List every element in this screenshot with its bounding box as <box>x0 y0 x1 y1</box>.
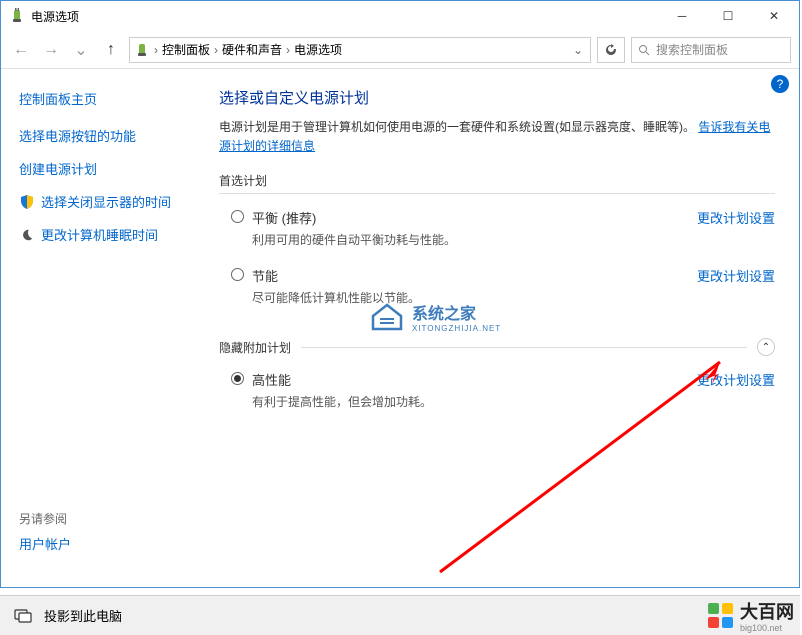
page-heading: 选择或自定义电源计划 <box>219 87 775 108</box>
shield-icon <box>19 194 35 210</box>
plan-saver[interactable]: 节能 尽可能降低计算机性能以节能。 更改计划设置 <box>219 262 775 320</box>
taskbar: 投影到此电脑 <box>0 595 800 635</box>
window-title: 电源选项 <box>31 8 659 25</box>
plan-name: 平衡 (推荐) <box>252 208 685 227</box>
forward-button[interactable]: → <box>39 38 63 62</box>
brand-watermark: 大百网 big100.net <box>708 598 794 633</box>
refresh-icon <box>604 43 618 57</box>
sidebar: 控制面板主页 选择电源按钮的功能 创建电源计划 选择关闭显示器的时间 更改计算机… <box>1 69 211 587</box>
sidebar-link-power-button[interactable]: 选择电源按钮的功能 <box>19 126 193 145</box>
address-bar[interactable]: › 控制面板 › 硬件和声音 › 电源选项 ⌄ <box>129 37 591 63</box>
change-plan-settings-link[interactable]: 更改计划设置 <box>697 266 775 285</box>
breadcrumb-seg1[interactable]: 控制面板 <box>162 41 210 58</box>
back-button[interactable]: ← <box>9 38 33 62</box>
see-also-heading: 另请参阅 <box>19 510 67 527</box>
window-controls: ─ ☐ ✕ <box>659 2 797 30</box>
dropdown-history[interactable]: ⌄ <box>69 38 93 62</box>
search-icon <box>638 44 650 56</box>
plan-name: 高性能 <box>252 370 685 389</box>
plan-balanced[interactable]: 平衡 (推荐) 利用可用的硬件自动平衡功耗与性能。 更改计划设置 <box>219 204 775 262</box>
taskbar-label[interactable]: 投影到此电脑 <box>44 606 122 625</box>
radio-high-performance[interactable] <box>231 372 244 385</box>
section-preferred: 首选计划 <box>219 172 775 194</box>
search-placeholder: 搜索控制面板 <box>656 41 728 58</box>
section-hidden: 隐藏附加计划 ⌃ <box>219 338 775 356</box>
main-content: ? 选择或自定义电源计划 电源计划是用于管理计算机如何使用电源的一套硬件和系统设… <box>211 69 799 587</box>
navbar: ← → ⌄ ↑ › 控制面板 › 硬件和声音 › 电源选项 ⌄ 搜索控制面板 <box>1 31 799 69</box>
change-plan-settings-link[interactable]: 更改计划设置 <box>697 208 775 227</box>
plan-desc: 利用可用的硬件自动平衡功耗与性能。 <box>252 231 685 248</box>
body: 控制面板主页 选择电源按钮的功能 创建电源计划 选择关闭显示器的时间 更改计算机… <box>1 69 799 587</box>
collapse-button[interactable]: ⌃ <box>757 338 775 356</box>
sidebar-link-display-off[interactable]: 选择关闭显示器的时间 <box>19 192 193 211</box>
moon-icon <box>19 227 35 243</box>
project-icon <box>14 607 32 625</box>
breadcrumb-seg2[interactable]: 硬件和声音 <box>222 41 282 58</box>
addr-dropdown[interactable]: ⌄ <box>570 43 586 57</box>
titlebar: 电源选项 ─ ☐ ✕ <box>1 1 799 31</box>
chevron-right-icon: › <box>286 43 290 57</box>
plan-high-performance[interactable]: 高性能 有利于提高性能，但会增加功耗。 更改计划设置 <box>219 366 775 424</box>
chevron-right-icon: › <box>214 43 218 57</box>
radio-balanced[interactable] <box>231 210 244 223</box>
power-icon <box>134 42 150 58</box>
brand-logo-icon <box>708 603 734 629</box>
change-plan-settings-link[interactable]: 更改计划设置 <box>697 370 775 389</box>
chevron-right-icon: › <box>154 43 158 57</box>
refresh-button[interactable] <box>597 37 625 63</box>
user-accounts-link[interactable]: 用户帐户 <box>19 534 71 553</box>
breadcrumb-seg3[interactable]: 电源选项 <box>294 41 342 58</box>
plan-desc: 尽可能降低计算机性能以节能。 <box>252 289 685 306</box>
search-input[interactable]: 搜索控制面板 <box>631 37 791 63</box>
help-icon[interactable]: ? <box>771 75 789 93</box>
plan-desc: 有利于提高性能，但会增加功耗。 <box>252 393 685 410</box>
plan-name: 节能 <box>252 266 685 285</box>
sidebar-link-sleep[interactable]: 更改计算机睡眠时间 <box>19 225 193 244</box>
close-button[interactable]: ✕ <box>751 2 797 30</box>
app-icon <box>9 8 25 24</box>
radio-saver[interactable] <box>231 268 244 281</box>
minimize-button[interactable]: ─ <box>659 2 705 30</box>
sidebar-link-create-plan[interactable]: 创建电源计划 <box>19 159 193 178</box>
window: 电源选项 ─ ☐ ✕ ← → ⌄ ↑ › 控制面板 › 硬件和声音 › 电源选项… <box>0 0 800 588</box>
control-panel-home-link[interactable]: 控制面板主页 <box>19 89 193 108</box>
maximize-button[interactable]: ☐ <box>705 2 751 30</box>
up-button[interactable]: ↑ <box>99 38 123 62</box>
page-description: 电源计划是用于管理计算机如何使用电源的一套硬件和系统设置(如显示器亮度、睡眠等)… <box>219 118 775 156</box>
